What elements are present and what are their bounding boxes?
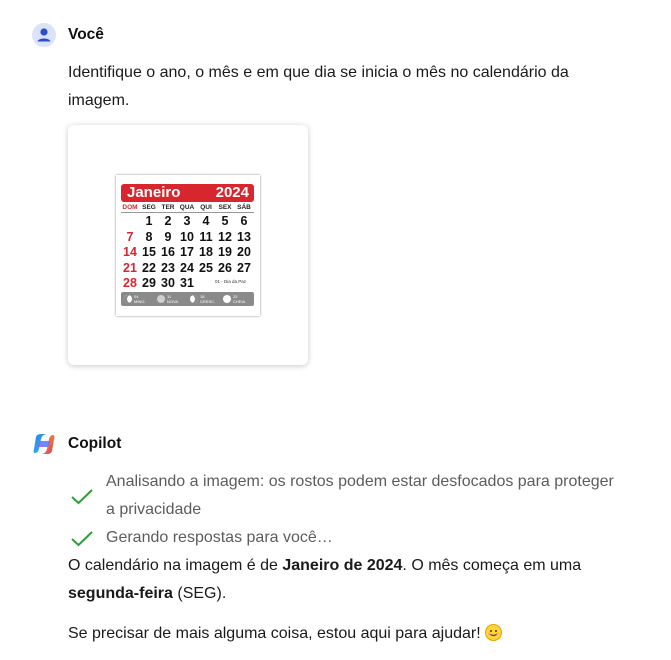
person-icon — [37, 28, 51, 42]
calendar-day: 10 — [180, 229, 194, 244]
answer-highlight-month: Janeiro de 2024 — [282, 557, 403, 574]
calendar-picture: Janeiro 2024 DOM SEG TER QUA QUI SEX SÁB 1 2 3 4 5 6… — [116, 175, 260, 316]
calendar-weekday: SEX — [218, 204, 232, 211]
moon-phase: 04 MING. — [123, 293, 155, 305]
user-message-line-2: imagem. — [68, 92, 130, 109]
calendar-day: 20 — [237, 245, 251, 259]
answer-text: O calendário na imagem é de — [68, 557, 283, 574]
calendar-month: Janeiro — [127, 184, 181, 201]
closing-text: Se precisar de mais alguma coisa, estou … — [68, 625, 486, 642]
calendar-day: 13 — [237, 229, 251, 244]
calendar-day: 26 — [218, 260, 232, 275]
smiling-face-emoji-icon — [485, 624, 503, 641]
moon-phase-label: 25 CHEIA — [233, 294, 245, 304]
moon-phase-name: MING. — [134, 299, 146, 304]
moon-phase: 25 CHEIA — [222, 293, 254, 305]
answer-highlight-weekday: segunda-feira — [68, 585, 173, 602]
moon-phase-label: 18 CRESC. — [200, 294, 215, 304]
calendar-day: 8 — [145, 229, 153, 244]
moon-phase-icon — [190, 295, 198, 303]
calendar-day: 24 — [180, 260, 194, 275]
calendar-day: 2 — [164, 214, 172, 228]
answer-line-1: O calendário na imagem é de Janeiro de 2… — [68, 552, 648, 580]
calendar-note: 01 - Dia da Paz — [215, 279, 247, 284]
calendar-weekday: QUA — [179, 204, 195, 211]
answer-line-2: segunda-feira (SEG). — [68, 580, 648, 608]
calendar-day: 5 — [221, 214, 229, 228]
calendar-day: 18 — [199, 245, 213, 259]
calendar-day: 7 — [126, 229, 134, 244]
calendar-weekday: SÁB — [237, 204, 251, 211]
calendar-weekday: QUI — [200, 204, 212, 211]
calendar-day: 6 — [240, 214, 248, 228]
calendar-day: 12 — [218, 229, 232, 244]
calendar-divider — [121, 212, 254, 213]
calendar-day: 27 — [237, 260, 251, 275]
attached-image[interactable]: Janeiro 2024 DOM SEG TER QUA QUI SEX SÁB 1 2 3 4 5 6… — [68, 125, 308, 365]
calendar-day: 17 — [180, 245, 194, 259]
calendar-weekday: SEG — [142, 204, 156, 211]
moon-phase-icon — [124, 295, 132, 303]
moon-phase-name: CHEIA — [233, 299, 246, 304]
calendar-day: 9 — [164, 229, 172, 244]
status-analyzing-line-2: a privacidade — [106, 501, 202, 518]
calendar-day: 30 — [161, 276, 175, 290]
moon-phase-name: CRESC. — [200, 299, 216, 304]
moon-phase: 18 CRESC. — [189, 293, 221, 305]
moon-phase-label: 11 NOVA — [167, 294, 178, 304]
moon-phase: 11 NOVA — [156, 293, 188, 305]
calendar-day: 29 — [142, 276, 156, 290]
moon-phase-name: NOVA — [167, 299, 179, 304]
calendar-day: 1 — [145, 214, 153, 228]
user-avatar — [32, 23, 56, 47]
calendar-day: 23 — [161, 260, 175, 275]
calendar-day: 31 — [180, 276, 194, 290]
checkmark-icon — [71, 531, 93, 547]
status-analyzing-image: Analisando a imagem: os rostos podem est… — [106, 468, 614, 524]
calendar-day: 3 — [183, 214, 191, 228]
moon-phases-bar: 04 MING. 11 NOVA 18 CRESC. 25 CHEIA — [121, 292, 254, 306]
user-name: Você — [68, 26, 104, 43]
moon-phase-icon — [157, 295, 165, 303]
calendar-year: 2024 — [215, 184, 249, 201]
calendar-day: 15 — [142, 245, 156, 259]
user-message: Identifique o ano, o mês e em que dia se… — [68, 59, 569, 115]
moon-phase-label: 04 MING. — [134, 294, 146, 304]
calendar-day: 25 — [199, 260, 213, 275]
calendar-day: 28 — [123, 276, 137, 290]
status-generating: Gerando respostas para você… — [106, 529, 333, 546]
calendar-day: 22 — [142, 260, 156, 275]
user-message-line-1: Identifique o ano, o mês e em que dia se… — [68, 64, 569, 81]
calendar-header: Janeiro 2024 — [121, 184, 254, 202]
answer-text: (SEG). — [172, 585, 227, 602]
status-analyzing-line-1: Analisando a imagem: os rostos podem est… — [106, 473, 614, 490]
calendar-weekday: DOM — [122, 204, 138, 211]
checkmark-icon — [71, 489, 93, 505]
copilot-closing: Se precisar de mais alguma coisa, estou … — [68, 620, 503, 648]
calendar-day: 14 — [123, 245, 137, 259]
calendar-day: 21 — [123, 260, 137, 275]
calendar-day: 16 — [161, 245, 175, 259]
calendar-weekday: TER — [161, 204, 175, 211]
copilot-logo-icon — [32, 432, 56, 456]
copilot-name: Copilot — [68, 435, 122, 452]
calendar-day: 11 — [199, 229, 213, 244]
calendar-day: 4 — [202, 214, 210, 228]
calendar-day: 19 — [218, 245, 232, 259]
copilot-answer: O calendário na imagem é de Janeiro de 2… — [68, 552, 648, 608]
moon-phase-icon — [223, 295, 231, 303]
answer-text: . O mês começa em uma — [402, 557, 582, 574]
